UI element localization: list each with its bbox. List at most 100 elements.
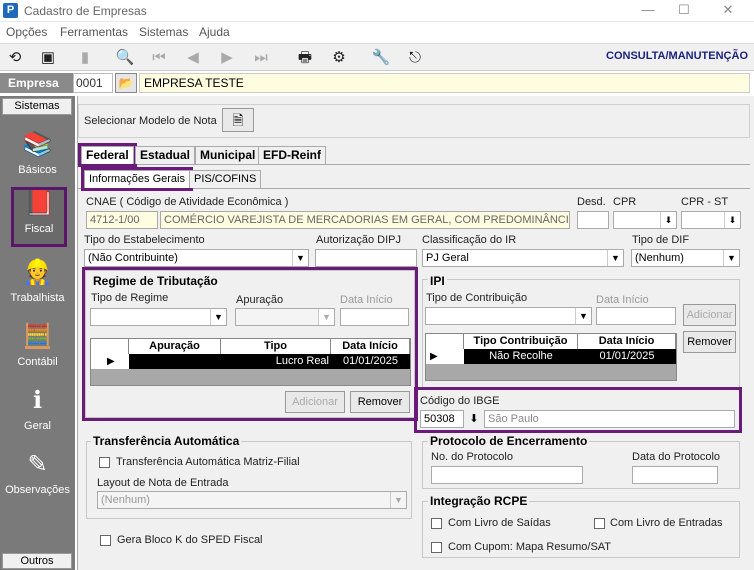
estab-select[interactable]: (Não Contribuinte) ▼ xyxy=(84,249,309,267)
window-title: Cadastro de Empresas xyxy=(24,4,147,18)
cnae-code-field[interactable]: 4712-1/00 xyxy=(86,211,158,229)
save-icon[interactable]: ▣ xyxy=(37,47,59,69)
dif-select[interactable]: (Nenhum) ▼ xyxy=(631,249,740,267)
chevron-down-icon[interactable]: ▼ xyxy=(723,250,739,266)
subtab-line xyxy=(78,188,750,189)
table-cell[interactable]: Não Recolhe xyxy=(464,349,578,364)
desd-field[interactable] xyxy=(577,211,609,229)
table-cell[interactable]: 01/01/2025 xyxy=(578,349,676,364)
print-icon[interactable]: 🖶 xyxy=(294,47,316,69)
tab-estadual[interactable]: Estadual xyxy=(135,146,196,164)
table-cell[interactable]: Lucro Real xyxy=(221,354,331,369)
download-icon[interactable]: ⬇ xyxy=(724,212,740,228)
chevron-down-icon[interactable]: ▼ xyxy=(318,309,334,325)
protocolo-num-field[interactable] xyxy=(431,466,583,484)
config-icon[interactable]: ⚙ xyxy=(328,47,350,69)
ipi-add-button[interactable]: Adicionar xyxy=(683,304,736,326)
col-tipo-contribuicao[interactable]: Tipo Contribuição xyxy=(464,334,578,349)
empresa-label: Empresa xyxy=(0,73,73,93)
grid-empty-area xyxy=(426,364,676,380)
tools-icon[interactable]: 🔧 xyxy=(370,47,392,69)
ibge-city-field[interactable]: São Paulo xyxy=(484,410,735,428)
sidebar-item-contabil[interactable]: 🧮 Contábil xyxy=(0,322,75,368)
ibge-code-field[interactable]: 50308 xyxy=(420,410,464,428)
download-icon[interactable]: ⬇ xyxy=(466,410,482,428)
regime-data-field[interactable] xyxy=(340,308,409,326)
chevron-down-icon[interactable]: ▼ xyxy=(210,309,226,325)
maximize-icon[interactable]: ☐ xyxy=(664,0,704,22)
dif-label: Tipo de DIF xyxy=(632,234,690,246)
books-icon: 📚 xyxy=(22,131,53,158)
rcpe-title: Integração RCPE xyxy=(428,494,530,508)
info-icon: ℹ xyxy=(32,387,43,414)
ipi-remove-button[interactable]: Remover xyxy=(683,331,736,353)
empresa-code-field[interactable]: 0001 xyxy=(73,73,113,93)
cnae-desc-field[interactable]: COMÉRCIO VAREJISTA DE MERCADORIAS EM GER… xyxy=(160,211,570,229)
ipi-data-field[interactable] xyxy=(596,307,676,325)
dipj-field[interactable] xyxy=(315,249,417,267)
col-apuracao[interactable]: Apuração xyxy=(129,339,221,354)
menu-sistemas[interactable]: Sistemas xyxy=(139,25,188,39)
menu-opcoes[interactable]: Opções xyxy=(6,25,47,39)
menu-ferramentas[interactable]: Ferramentas xyxy=(60,25,128,39)
model-select-button[interactable]: 🗎 xyxy=(222,108,254,132)
class-ir-select[interactable]: PJ Geral ▼ xyxy=(422,249,624,267)
row-pointer-icon: ▶ xyxy=(91,354,129,369)
download-icon[interactable]: ⬇ xyxy=(660,212,676,228)
rcpe-saidas-checkbox[interactable] xyxy=(431,518,442,529)
regime-add-button[interactable]: Adicionar xyxy=(285,391,345,413)
chevron-down-icon[interactable]: ▼ xyxy=(292,250,308,266)
sidebar-item-fiscal[interactable]: 📕 Fiscal xyxy=(11,187,67,247)
subtab-informacoes-gerais[interactable]: Informações Gerais xyxy=(81,167,193,191)
bloco-k-label: Gera Bloco K do SPED Fiscal xyxy=(117,534,263,546)
chevron-down-icon[interactable]: ▼ xyxy=(607,250,623,266)
chevron-down-icon[interactable]: ▼ xyxy=(575,308,591,324)
sidebar-item-observacoes[interactable]: ✎ Observações xyxy=(0,450,75,496)
sidebar-header[interactable]: Sistemas xyxy=(2,98,72,115)
preview-icon[interactable]: 🔍 xyxy=(114,47,136,69)
sidebar-item-geral[interactable]: ℹ Geral xyxy=(0,386,75,432)
empresa-name-field[interactable]: EMPRESA TESTE xyxy=(139,73,750,93)
bookmark-icon[interactable]: ▮ xyxy=(74,47,96,69)
first-record-icon[interactable]: ⏮ xyxy=(148,47,170,69)
minimize-icon[interactable]: — xyxy=(628,0,668,22)
chevron-down-icon[interactable]: ▼ xyxy=(390,492,406,508)
cpr-field[interactable]: ⬇ xyxy=(613,211,677,229)
undo-icon[interactable]: ⟲ xyxy=(4,47,26,69)
menu-ajuda[interactable]: Ajuda xyxy=(199,25,230,39)
col-data-inicio[interactable]: Data Início xyxy=(578,334,676,349)
tab-efd-reinf[interactable]: EFD-Reinf xyxy=(258,146,326,164)
rcpe-cupom-checkbox[interactable] xyxy=(431,542,442,553)
next-record-icon[interactable]: ▶ xyxy=(216,47,238,69)
layout-select[interactable]: (Nenhum) ▼ xyxy=(97,491,407,509)
tab-municipal[interactable]: Municipal xyxy=(195,146,261,164)
protocolo-data-field[interactable] xyxy=(632,466,718,484)
table-cell[interactable] xyxy=(129,354,221,369)
rcpe-entradas-checkbox[interactable] xyxy=(594,518,605,529)
rcpe-cupom-label: Com Cupom: Mapa Resumo/SAT xyxy=(448,541,612,553)
ipi-tipo-select[interactable]: ▼ xyxy=(425,307,592,325)
subtab-pis-cofins[interactable]: PIS/COFINS xyxy=(189,170,262,188)
sidebar-footer[interactable]: Outros xyxy=(2,553,72,569)
pencil-icon: ✎ xyxy=(27,451,48,478)
close-icon[interactable]: ✕ xyxy=(708,0,748,22)
sidebar-item-trabalhista[interactable]: 👷 Trabalhista xyxy=(0,258,75,304)
bloco-k-checkbox[interactable] xyxy=(100,535,111,546)
cpr-st-field[interactable]: ⬇ xyxy=(681,211,741,229)
dipj-label: Autorização DIPJ xyxy=(316,234,401,246)
exit-icon[interactable]: ⎋ xyxy=(404,47,426,69)
layout-label: Layout de Nota de Entrada xyxy=(97,477,229,489)
transf-checkbox[interactable] xyxy=(99,457,110,468)
table-cell[interactable]: 01/01/2025 xyxy=(331,354,410,369)
regime-apur-select[interactable]: ▼ xyxy=(235,308,335,326)
prev-record-icon[interactable]: ◀ xyxy=(182,47,204,69)
open-folder-icon[interactable]: 📂 xyxy=(115,73,137,93)
last-record-icon[interactable]: ⏭ xyxy=(250,47,272,69)
regime-tipo-select[interactable]: ▼ xyxy=(90,308,227,326)
regime-remove-button[interactable]: Remover xyxy=(350,391,410,413)
app-logo-icon: P xyxy=(3,3,18,18)
sidebar-item-basicos[interactable]: 📚 Básicos xyxy=(0,130,75,176)
col-tipo[interactable]: Tipo xyxy=(221,339,331,354)
col-data-inicio[interactable]: Data Início xyxy=(331,339,410,354)
tab-federal[interactable]: Federal xyxy=(78,143,137,167)
